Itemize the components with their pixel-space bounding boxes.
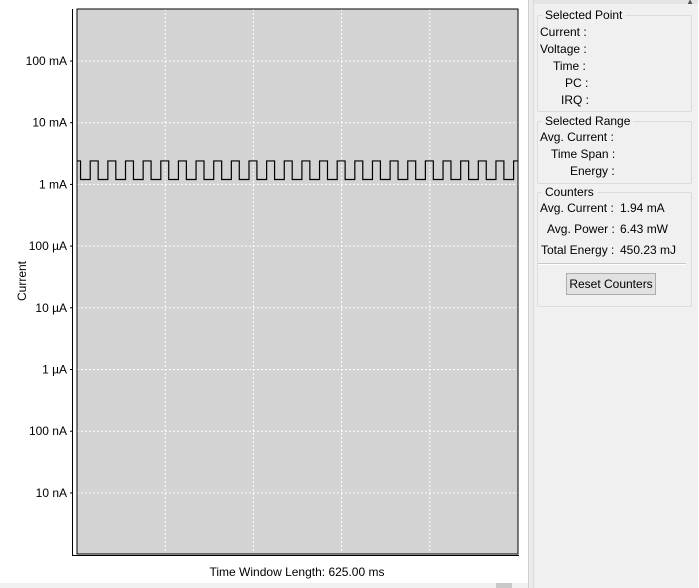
ct-row-total-energy: Total Energy : 450.23 mJ <box>534 242 684 259</box>
counters-separator <box>538 263 686 265</box>
sr-row-avg-current: Avg. Current : <box>534 129 684 146</box>
current-plot-area[interactable]: 100 mA 10 mA 1 mA 100 µA 10 µA 1 µA 100 nA 10 n… <box>0 0 528 588</box>
sp-row-pc: PC : <box>534 75 684 92</box>
ct-avg-current-value: 1.94 mA <box>620 201 665 215</box>
ct-avg-power-value: 6.43 mW <box>620 222 669 236</box>
y-tick-label: 10 mA <box>32 116 67 130</box>
y-tick-label: 10 µA <box>35 301 67 315</box>
sp-pc-label: PC : <box>565 76 589 90</box>
current-chart[interactable]: 100 mA 10 mA 1 mA 100 µA 10 µA 1 µA 100 nA 10 n… <box>0 0 528 588</box>
sp-time-label: Time : <box>553 59 586 73</box>
sr-energy-label: Energy : <box>570 164 615 178</box>
sp-row-irq: IRQ : <box>534 92 684 109</box>
ct-avg-power-label: Avg. Power : <box>547 222 615 236</box>
y-tick-label: 1 µA <box>42 363 67 377</box>
y-tick-label: 100 µA <box>29 239 67 253</box>
y-tick-label: 100 nA <box>29 424 67 438</box>
panel-top-strip: ▲ <box>534 0 698 6</box>
y-tick-label: 10 nA <box>36 486 67 500</box>
selected-point-title: Selected Point <box>545 8 623 22</box>
horizontal-scrollbar[interactable] <box>0 583 528 588</box>
ct-row-avg-power: Avg. Power : 6.43 mW <box>534 221 684 238</box>
sp-row-time: Time : <box>534 58 684 75</box>
ct-row-avg-current: Avg. Current : 1.94 mA <box>534 200 684 217</box>
sp-current-label: Current : <box>540 25 587 39</box>
sp-row-current: Current : <box>534 24 684 41</box>
counters-title: Counters <box>545 185 594 199</box>
plot-background <box>77 9 518 554</box>
y-axis-label: Current <box>15 260 29 301</box>
sp-irq-label: IRQ : <box>561 93 590 107</box>
sr-time-span-label: Time Span : <box>551 147 616 161</box>
chevron-up-icon[interactable]: ▲ <box>686 0 694 6</box>
time-window-label: Time Window Length: 625.00 ms <box>209 565 385 579</box>
sp-voltage-label: Voltage : <box>540 42 587 56</box>
scrollbar-thumb[interactable] <box>496 583 512 588</box>
ct-avg-current-label: Avg. Current : <box>540 201 614 215</box>
sr-avg-current-label: Avg. Current : <box>540 130 614 144</box>
reset-counters-button[interactable]: Reset Counters <box>566 273 656 295</box>
side-panel: ▲ Selected Point Current : Voltage : Tim… <box>533 0 698 588</box>
sp-row-voltage: Voltage : <box>534 41 684 58</box>
y-tick-labels: 100 mA 10 mA 1 mA 100 µA 10 µA 1 µA 100 nA 10 n… <box>26 54 73 500</box>
sr-row-energy: Energy : <box>534 163 684 180</box>
selected-range-title: Selected Range <box>545 114 631 128</box>
ct-total-energy-value: 450.23 mJ <box>620 243 677 257</box>
ct-total-energy-label: Total Energy : <box>541 243 615 257</box>
sr-row-time-span: Time Span : <box>534 146 684 163</box>
y-tick-label: 100 mA <box>26 54 67 68</box>
y-tick-label: 1 mA <box>39 177 67 191</box>
